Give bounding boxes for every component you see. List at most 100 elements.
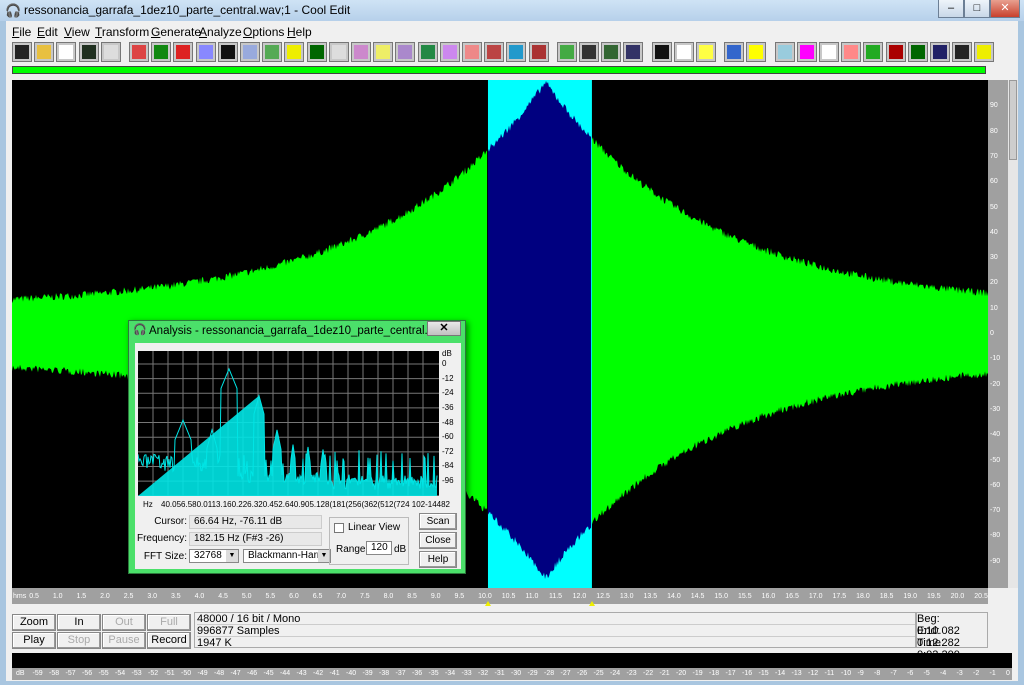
time-tick: 20.0 <box>950 593 965 600</box>
time-tick: 19.5 <box>926 593 941 600</box>
tone-button[interactable] <box>601 42 622 62</box>
fft-size-select[interactable]: 32768 ▼ <box>189 549 239 563</box>
stretch-button[interactable] <box>528 42 549 62</box>
pan-button[interactable] <box>556 42 577 62</box>
eq-button[interactable] <box>417 42 438 62</box>
frequency-label: Frequency: <box>136 533 187 544</box>
menu-transform[interactable]: Transform <box>95 25 149 39</box>
dtmf-button[interactable] <box>623 42 644 62</box>
wave-button[interactable] <box>506 42 527 62</box>
dialog-close-button[interactable]: ✕ <box>427 321 461 336</box>
menu-view[interactable]: View <box>64 25 90 39</box>
new-icon <box>15 45 29 59</box>
file-info-panel: 48000 / 16 bit / Mono 996877 Samples 194… <box>194 612 916 649</box>
menu-generate[interactable]: Generate <box>151 25 201 39</box>
brightness-button[interactable] <box>579 42 599 62</box>
help-button[interactable]: Help <box>419 551 457 568</box>
db-tick: 0 <box>442 359 447 368</box>
zoom-button[interactable]: Zoom <box>12 614 56 631</box>
scrollbar-thumb[interactable] <box>1009 80 1017 160</box>
time-tick: 14.5 <box>690 593 705 600</box>
noise-reduction-button[interactable] <box>484 42 505 62</box>
save-button[interactable] <box>56 42 77 62</box>
pause-button[interactable]: Pause <box>102 632 146 649</box>
zoom-full-button[interactable]: Full <box>147 614 191 631</box>
distortion-button[interactable] <box>262 42 283 62</box>
close-dialog-button[interactable]: Close <box>419 532 457 549</box>
mix-button[interactable] <box>885 42 906 62</box>
amplify-button[interactable] <box>306 42 327 62</box>
delay-button[interactable] <box>240 42 260 62</box>
multitrack-button[interactable] <box>930 42 950 62</box>
timer-button[interactable] <box>328 42 349 62</box>
note-button[interactable] <box>195 42 216 62</box>
menu-edit[interactable]: Edit <box>37 25 58 39</box>
new-button[interactable] <box>12 42 32 62</box>
zoom-button[interactable] <box>774 42 795 62</box>
graphic-eq-button[interactable] <box>462 42 482 62</box>
noise-gate-button[interactable] <box>217 42 238 62</box>
linear-view-checkbox[interactable] <box>334 523 344 533</box>
time-tick: 7.5 <box>359 593 370 600</box>
maximize-button[interactable]: □ <box>964 0 990 18</box>
invert-button[interactable] <box>173 42 194 62</box>
help-button[interactable] <box>696 42 716 62</box>
time-tick: 17.5 <box>832 593 847 600</box>
statistics-button[interactable] <box>673 42 694 62</box>
cue-button[interactable] <box>796 42 817 62</box>
menu-help[interactable]: Help <box>287 25 312 39</box>
envelope-button[interactable] <box>284 42 305 62</box>
selection-start-marker[interactable] <box>484 598 491 606</box>
settings-button[interactable] <box>841 42 862 62</box>
menu-analyze[interactable]: Analyze <box>199 25 242 39</box>
echo-button[interactable] <box>351 42 371 62</box>
overview-bar[interactable] <box>12 66 986 74</box>
meter-tick: -49 <box>197 670 208 677</box>
loop-button[interactable] <box>724 42 745 62</box>
meter-tick: -8 <box>874 670 881 677</box>
time-tick: 4.5 <box>218 593 228 600</box>
meter-tick: -59 <box>32 670 43 677</box>
echo-icon <box>354 45 368 59</box>
reverse-button[interactable] <box>129 42 149 62</box>
meter-button[interactable] <box>863 42 884 62</box>
zoom-in-button[interactable]: In <box>57 614 101 631</box>
window-function-select[interactable]: Blackmann-Harris ▼ <box>243 549 331 563</box>
script-button[interactable] <box>974 42 995 62</box>
scan-button[interactable]: Scan <box>419 513 457 530</box>
save-selection-button[interactable] <box>78 42 99 62</box>
filter-button[interactable] <box>373 42 394 62</box>
amplitude-tick: 40 <box>990 228 998 236</box>
chorus-button[interactable] <box>439 42 460 62</box>
spectrum-plot[interactable] <box>138 351 439 496</box>
marker-button[interactable] <box>746 42 767 62</box>
time-tick: 12.5 <box>596 593 610 600</box>
play-button[interactable]: Play <box>12 632 56 649</box>
record-button[interactable]: Record <box>147 632 191 649</box>
chevron-down-icon[interactable]: ▼ <box>226 550 238 562</box>
cd-icon <box>955 45 970 59</box>
record-button[interactable] <box>907 42 928 62</box>
vertical-scrollbar[interactable] <box>1008 80 1018 588</box>
spectrum-button[interactable] <box>651 42 672 62</box>
minimize-button[interactable]: – <box>938 0 964 18</box>
menu-file[interactable]: File <box>12 25 31 39</box>
zoom-out-button[interactable]: Out <box>102 614 146 631</box>
silence-button[interactable] <box>151 42 172 62</box>
flanger-button[interactable] <box>395 42 416 62</box>
delay-icon <box>243 45 257 59</box>
amplitude-tick: -70 <box>990 507 1001 515</box>
menu-options[interactable]: Options <box>243 25 284 39</box>
stop-button[interactable]: Stop <box>57 632 101 649</box>
cd-button[interactable] <box>952 42 973 62</box>
range-unit: dB <box>394 544 407 555</box>
time-tick: 7.0 <box>336 593 347 600</box>
time-tick: 12.0 <box>572 593 587 600</box>
range-input[interactable]: 120 <box>366 541 392 555</box>
list-button[interactable] <box>819 42 839 62</box>
close-button[interactable]: ✕ <box>990 0 1020 18</box>
selection-end-marker[interactable] <box>588 598 595 606</box>
open-button[interactable] <box>34 42 55 62</box>
meter-tick: -45 <box>263 670 274 677</box>
headphones-button[interactable] <box>100 42 121 62</box>
